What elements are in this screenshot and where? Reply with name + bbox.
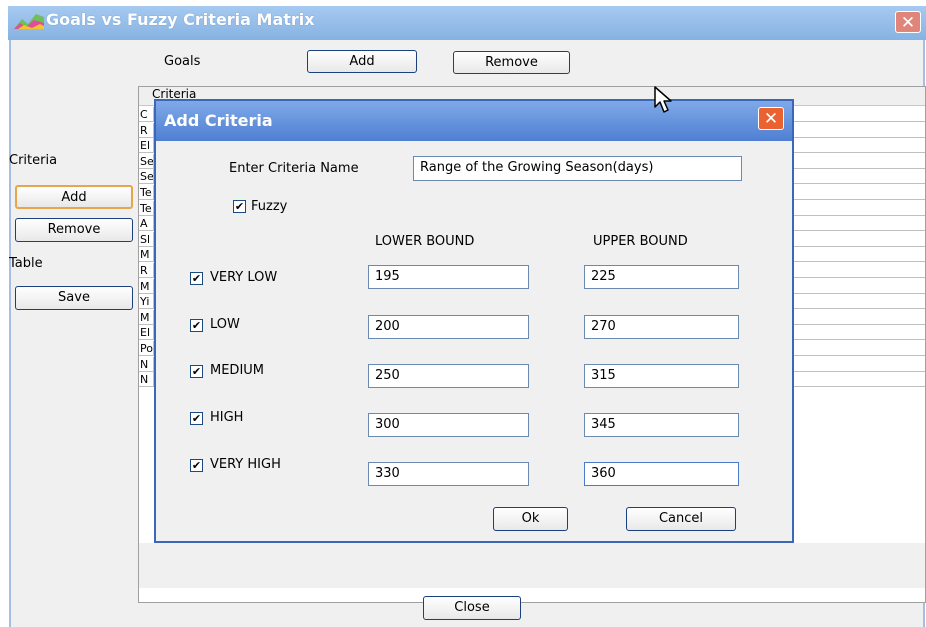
medium-upper-input[interactable]: 315 bbox=[584, 364, 739, 388]
table-save-button[interactable]: Save bbox=[15, 286, 133, 310]
table-row[interactable] bbox=[794, 185, 925, 200]
very-high-label: VERY HIGH bbox=[210, 457, 281, 472]
table-row-cell[interactable]: R bbox=[139, 263, 154, 278]
very-high-upper-input[interactable]: 360 bbox=[584, 462, 739, 486]
table-row-cell[interactable]: El bbox=[139, 138, 154, 153]
dialog-close-button[interactable]: ✕ bbox=[758, 107, 784, 130]
medium-lower-input[interactable]: 250 bbox=[368, 364, 529, 388]
table-row-cell[interactable]: N bbox=[139, 357, 154, 372]
table-section-label: Table bbox=[9, 256, 43, 271]
very-high-checkbox[interactable]: ✔ bbox=[190, 459, 203, 472]
table-row[interactable] bbox=[794, 107, 925, 122]
goals-remove-button[interactable]: Remove bbox=[453, 51, 570, 74]
high-label: HIGH bbox=[210, 410, 244, 425]
fuzzy-checkbox[interactable]: ✔ bbox=[233, 200, 246, 213]
table-row[interactable] bbox=[794, 372, 925, 387]
table-row-cell[interactable]: M bbox=[139, 310, 154, 325]
table-row-cell[interactable]: Se bbox=[139, 169, 154, 184]
medium-checkbox[interactable]: ✔ bbox=[190, 365, 203, 378]
table-row[interactable] bbox=[794, 325, 925, 340]
close-button[interactable]: Close bbox=[423, 596, 521, 620]
table-row-cell[interactable]: Sl bbox=[139, 232, 154, 247]
low-upper-input[interactable]: 270 bbox=[584, 315, 739, 339]
table-row-cell[interactable]: Se bbox=[139, 154, 154, 169]
table-row[interactable] bbox=[794, 216, 925, 231]
table-row-cell[interactable]: C bbox=[139, 107, 154, 122]
very-low-upper-input[interactable]: 225 bbox=[584, 265, 739, 289]
low-lower-input[interactable]: 200 bbox=[368, 315, 529, 339]
lower-bound-header: LOWER BOUND bbox=[375, 234, 475, 249]
table-row[interactable] bbox=[794, 138, 925, 153]
medium-label: MEDIUM bbox=[210, 363, 265, 378]
table-row[interactable] bbox=[794, 169, 925, 184]
table-row[interactable] bbox=[794, 341, 925, 356]
very-high-lower-input[interactable]: 330 bbox=[368, 462, 529, 486]
criteria-name-label: Enter Criteria Name bbox=[229, 161, 359, 176]
table-row[interactable] bbox=[794, 201, 925, 216]
table-row-cell[interactable]: Po bbox=[139, 341, 154, 356]
very-low-lower-input[interactable]: 195 bbox=[368, 265, 529, 289]
table-row[interactable] bbox=[794, 154, 925, 169]
low-checkbox[interactable]: ✔ bbox=[190, 319, 203, 332]
dialog-ok-button[interactable]: Ok bbox=[493, 507, 568, 531]
dialog-cancel-button[interactable]: Cancel bbox=[626, 507, 736, 531]
criteria-section-label: Criteria bbox=[9, 153, 58, 168]
table-row[interactable] bbox=[794, 279, 925, 294]
high-lower-input[interactable]: 300 bbox=[368, 413, 529, 437]
window-close-button[interactable]: ✕ bbox=[895, 11, 921, 33]
goals-add-button[interactable]: Add bbox=[307, 50, 417, 73]
table-row[interactable] bbox=[794, 263, 925, 278]
high-checkbox[interactable]: ✔ bbox=[190, 412, 203, 425]
window-title: Goals vs Fuzzy Criteria Matrix bbox=[46, 10, 315, 29]
table-row[interactable] bbox=[794, 357, 925, 372]
high-upper-input[interactable]: 345 bbox=[584, 413, 739, 437]
table-row-cell[interactable]: Te bbox=[139, 185, 154, 200]
fuzzy-label: Fuzzy bbox=[251, 199, 288, 214]
criteria-remove-button[interactable]: Remove bbox=[15, 218, 133, 242]
table-row-cell[interactable]: N bbox=[139, 372, 154, 387]
mouse-cursor-icon bbox=[654, 86, 672, 113]
table-row-cell[interactable]: Te bbox=[139, 201, 154, 216]
table-row[interactable] bbox=[794, 294, 925, 309]
table-row-cell[interactable]: M bbox=[139, 247, 154, 262]
table-row-cell[interactable]: Yi bbox=[139, 294, 154, 309]
very-low-checkbox[interactable]: ✔ bbox=[190, 272, 203, 285]
dialog-title: Add Criteria bbox=[164, 111, 273, 130]
upper-bound-header: UPPER BOUND bbox=[593, 234, 688, 249]
table-row[interactable] bbox=[794, 232, 925, 247]
table-row-cell[interactable]: R bbox=[139, 123, 154, 138]
table-row[interactable] bbox=[794, 247, 925, 262]
table-row-cell[interactable]: A bbox=[139, 216, 154, 231]
table-empty-area bbox=[139, 543, 925, 588]
criteria-add-button[interactable]: Add bbox=[15, 185, 133, 209]
table-row[interactable] bbox=[794, 310, 925, 325]
criteria-name-input[interactable]: Range of the Growing Season(days) bbox=[413, 156, 742, 181]
table-row[interactable] bbox=[794, 123, 925, 138]
table-row-cell[interactable]: El bbox=[139, 325, 154, 340]
low-label: LOW bbox=[210, 317, 240, 332]
app-icon bbox=[14, 14, 44, 29]
table-row-cell[interactable]: M bbox=[139, 279, 154, 294]
very-low-label: VERY LOW bbox=[210, 270, 278, 285]
goals-label: Goals bbox=[164, 54, 201, 69]
